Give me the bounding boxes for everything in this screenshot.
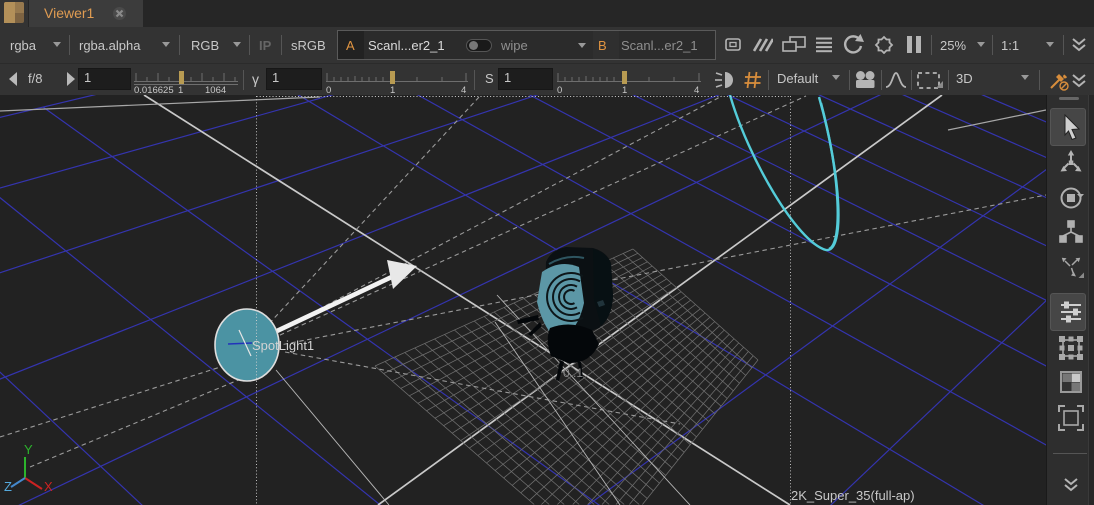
svg-text:0..1: 0..1 [563,366,583,380]
svg-text:1: 1 [390,85,395,94]
svg-text:2K_Super_35(full-ap): 2K_Super_35(full-ap) [791,488,915,503]
svg-text:1064: 1064 [205,85,226,94]
svg-text:4: 4 [461,85,466,94]
svg-text:Y: Y [24,442,33,457]
svg-text:4: 4 [694,85,699,94]
svg-text:0.016625: 0.016625 [134,85,174,94]
svg-text:Z: Z [4,479,12,494]
svg-text:0: 0 [557,85,562,94]
svg-text:SpotLight1: SpotLight1 [252,338,314,353]
svg-text:0: 0 [326,85,331,94]
svg-text:1: 1 [178,85,183,94]
svg-text:X: X [44,479,53,494]
svg-text:1: 1 [622,85,627,94]
